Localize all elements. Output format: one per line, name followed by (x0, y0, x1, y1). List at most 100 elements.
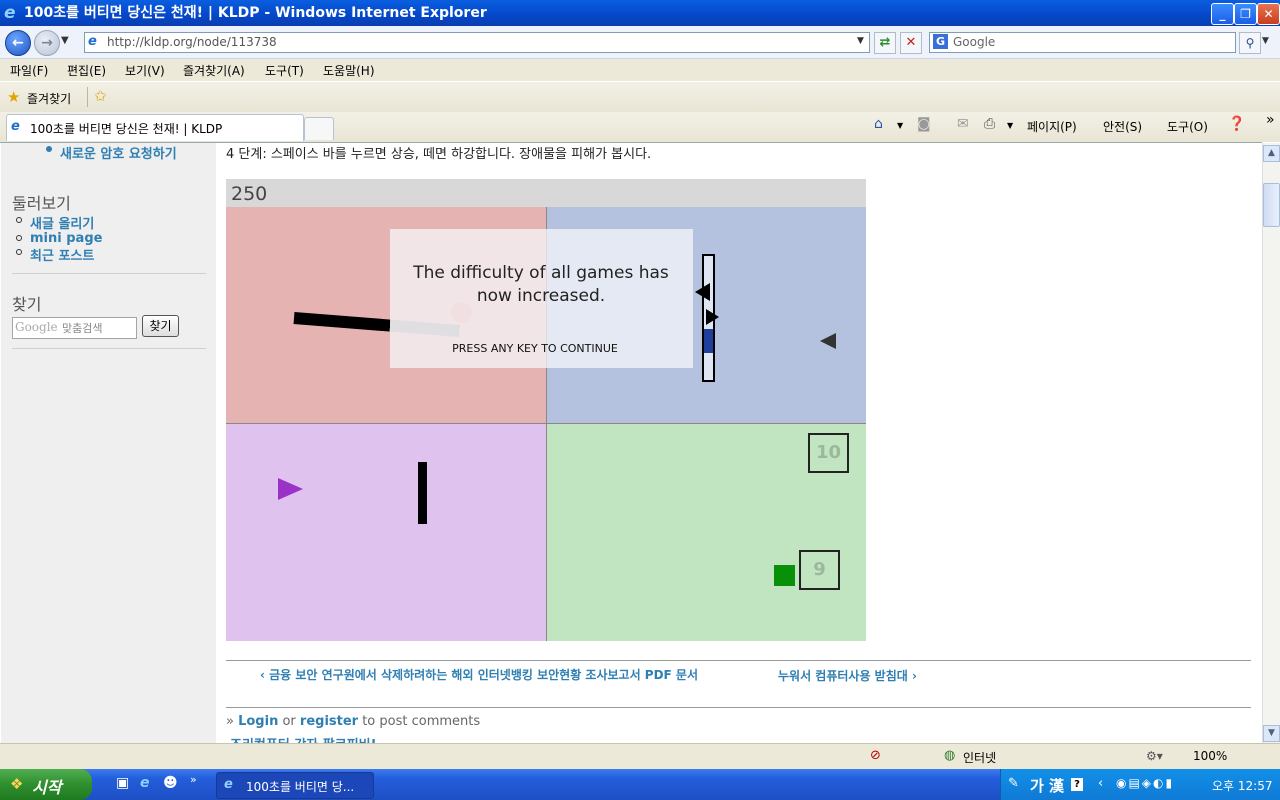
favorites-bar (0, 82, 1280, 113)
number-box: 9 (799, 550, 840, 590)
recent-posts-link[interactable]: 최근 포스트 (30, 245, 94, 264)
divider (226, 660, 1251, 661)
menu-help[interactable]: 도움말(H) (323, 62, 375, 79)
ie-icon: e (4, 3, 16, 23)
back-button[interactable]: ← (5, 30, 31, 56)
quicklaunch-desktop-icon[interactable]: ▣ (116, 775, 129, 791)
divider (12, 273, 206, 274)
help-icon[interactable]: ❓ (1228, 116, 1245, 132)
quadrant-divider (226, 423, 866, 424)
left-arrow-obstacle (695, 283, 710, 301)
tools-menu[interactable]: 도구(O) (1167, 118, 1208, 135)
forward-button[interactable]: → (34, 30, 60, 56)
previous-post-link[interactable]: ‹ 금융 보안 연구원에서 삭제하려하는 해외 인터넷뱅킹 보안현황 조사보고서… (250, 667, 698, 684)
language-bar-icon[interactable]: ✎ (1008, 776, 1019, 791)
overlay-message: The difficulty of all games has now incr… (413, 263, 669, 306)
next-post-link[interactable]: 누워서 컴퓨터사용 받침대 › (778, 667, 917, 684)
scroll-down-icon[interactable]: ▼ (1263, 725, 1280, 742)
stop-button[interactable]: ✕ (900, 32, 922, 54)
add-favorite-icon[interactable]: ✩ (94, 87, 107, 105)
search-button[interactable]: ⚲ (1239, 32, 1261, 54)
restore-button[interactable]: ❐ (1234, 3, 1257, 25)
google-watermark: Google (15, 320, 58, 334)
menu-view[interactable]: 보기(V) (125, 62, 165, 79)
obstacle-bar (418, 462, 427, 524)
protected-mode-icon[interactable]: ⚙▾ (1146, 749, 1163, 763)
request-password-link[interactable]: 새로운 암호 요청하기 (60, 143, 177, 162)
feeds-icon[interactable]: ◙ (917, 116, 931, 132)
scroll-up-icon[interactable]: ▲ (1263, 145, 1280, 162)
vertical-scrollbar[interactable] (1262, 143, 1280, 743)
start-label: 시작 (32, 778, 62, 797)
taskbar-ie-icon: e (224, 777, 233, 792)
player-triangle (278, 478, 303, 500)
popup-blocked-icon[interactable]: ⊘ (870, 748, 881, 763)
game-quadrant-purple (226, 424, 547, 641)
list-bullet (46, 146, 52, 152)
page-icon: e (88, 34, 97, 49)
clock: 오후 12:57 (1212, 779, 1273, 793)
browse-heading: 둘러보기 (12, 194, 71, 213)
search-hint: 맞춤검색 (62, 322, 103, 335)
recent-pages-dropdown-icon[interactable]: ▼ (61, 35, 69, 46)
scroll-thumb[interactable] (1263, 183, 1280, 227)
divider (12, 348, 206, 349)
windows-logo-icon: ❖ (10, 775, 24, 793)
ime-help-icon[interactable]: ? (1071, 778, 1083, 791)
player-block (704, 329, 713, 353)
security-zone: 인터넷 (963, 751, 997, 765)
right-arrow-obstacle (706, 309, 719, 325)
tray-icons[interactable]: ◉▤◈◐▮ (1116, 776, 1174, 790)
list-bullet (16, 235, 22, 241)
new-tab-button[interactable] (304, 117, 334, 140)
safety-menu[interactable]: 안전(S) (1103, 118, 1142, 135)
menu-file[interactable]: 파일(F) (10, 62, 48, 79)
search-heading: 찾기 (12, 295, 42, 314)
home-dropdown-icon[interactable]: ▼ (897, 121, 903, 130)
overlay-continue-prompt: PRESS ANY KEY TO CONTINUE (452, 342, 618, 355)
favorites-star-icon[interactable]: ★ (7, 88, 20, 106)
incoming-arrow (820, 333, 836, 349)
tab-title: 100초를 버티면 당신은 천재! | KLDP (30, 122, 223, 136)
menu-tools[interactable]: 도구(T) (265, 62, 304, 79)
close-button[interactable]: ✕ (1257, 3, 1280, 25)
mini-page-link[interactable]: mini page (30, 231, 102, 246)
divider (87, 87, 88, 107)
globe-icon: ◍ (944, 748, 956, 763)
quicklaunch-more-icon[interactable]: » (190, 773, 197, 786)
refresh-button[interactable]: ⇄ (874, 32, 896, 54)
quicklaunch-ie-icon[interactable]: e (140, 775, 150, 791)
print-icon[interactable]: ⎙ (984, 116, 995, 132)
home-icon[interactable]: ⌂ (874, 116, 883, 132)
quicklaunch-messenger-icon[interactable]: ☻ (163, 775, 178, 791)
minimize-button[interactable]: _ (1211, 3, 1234, 25)
score-bar (226, 179, 866, 207)
status-bar (0, 743, 1280, 770)
list-bullet (16, 249, 22, 255)
login-prompt: » Login or register to post comments (226, 714, 480, 729)
mail-icon[interactable]: ✉ (957, 116, 969, 132)
page-menu[interactable]: 페이지(P) (1027, 118, 1077, 135)
player-square (774, 565, 795, 586)
article-instruction-text: 4 단계: 스페이스 바를 누르면 상승, 떼면 하강합니다. 장애물을 피해가… (226, 147, 652, 162)
login-suffix: to post comments (358, 714, 481, 729)
window-title: 100초를 버티면 당신은 천재! | KLDP - Windows Inter… (24, 5, 487, 21)
address-url: http://kldp.org/node/113738 (107, 35, 277, 49)
login-link[interactable]: Login (238, 714, 278, 729)
menu-favorites[interactable]: 즐겨찾기(A) (183, 62, 245, 79)
favorites-button[interactable]: 즐겨찾기 (27, 90, 71, 107)
address-dropdown-icon[interactable]: ▼ (854, 34, 867, 49)
list-bullet (16, 217, 22, 223)
menu-edit[interactable]: 편집(E) (67, 62, 106, 79)
print-dropdown-icon[interactable]: ▼ (1007, 121, 1013, 130)
zoom-level[interactable]: 100% (1193, 749, 1227, 763)
more-commands-icon[interactable]: » (1266, 112, 1275, 128)
tray-expand-icon[interactable]: ‹ (1098, 776, 1103, 791)
new-post-link[interactable]: 새글 올리기 (30, 213, 94, 232)
site-search-button[interactable]: 찾기 (142, 315, 179, 337)
login-prefix: » (226, 714, 239, 729)
ime-indicator[interactable]: 가 漢 (1030, 775, 1064, 796)
taskbar-window-label: 100초를 버티면 당... (246, 780, 355, 794)
search-options-dropdown-icon[interactable]: ▼ (1262, 36, 1269, 46)
register-link[interactable]: register (300, 714, 358, 729)
